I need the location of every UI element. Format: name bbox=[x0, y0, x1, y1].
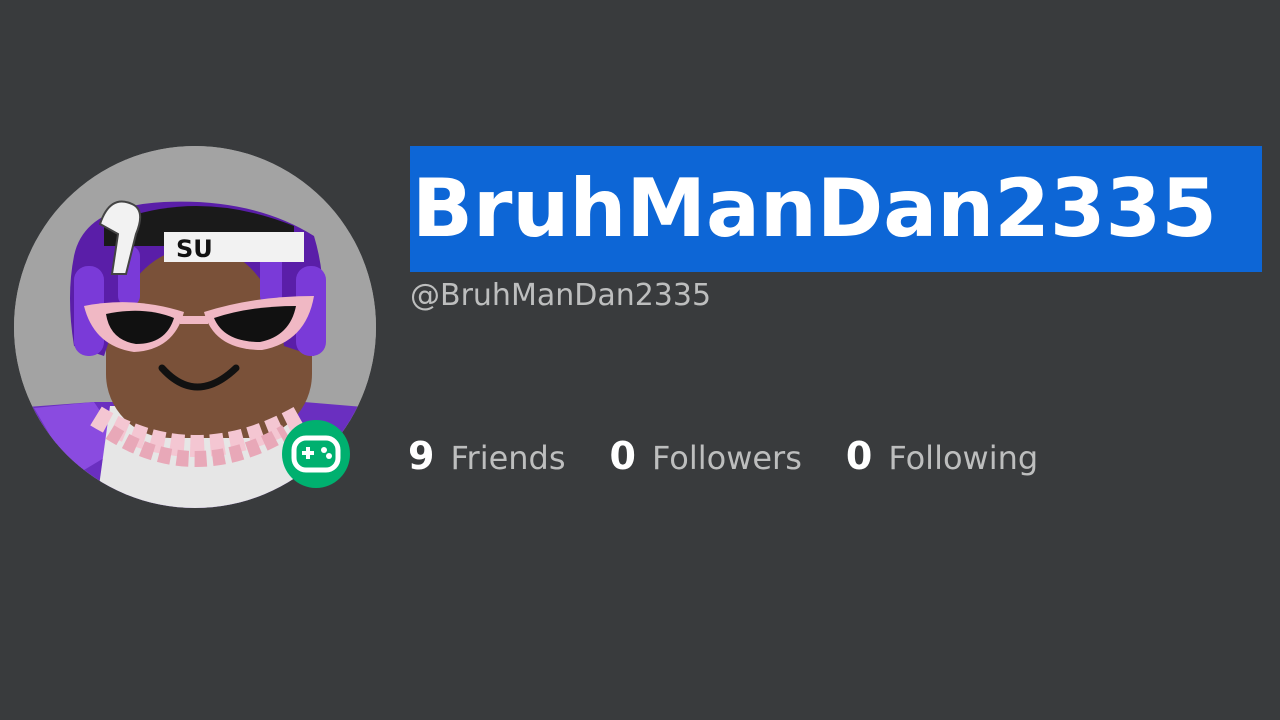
followers-count: 0 bbox=[609, 434, 636, 478]
profile-header: SU BruhManDan2335 @BruhManDan2335 9 Frie… bbox=[0, 0, 1280, 720]
social-stats: 9 Friends 0 Followers 0 Following bbox=[408, 430, 1082, 482]
following-link[interactable]: 0 Following bbox=[846, 434, 1038, 478]
presence-badge[interactable] bbox=[282, 420, 350, 488]
avatar-container: SU bbox=[14, 146, 376, 508]
following-label: Following bbox=[888, 439, 1039, 477]
display-name[interactable]: BruhManDan2335 bbox=[410, 146, 1262, 272]
username: @BruhManDan2335 bbox=[410, 278, 712, 313]
headband-text: SU bbox=[176, 235, 213, 263]
followers-label: Followers bbox=[651, 439, 802, 477]
friends-label: Friends bbox=[450, 439, 566, 477]
friends-link[interactable]: 9 Friends bbox=[408, 434, 566, 478]
friends-count: 9 bbox=[408, 434, 435, 478]
followers-link[interactable]: 0 Followers bbox=[610, 434, 802, 478]
following-count: 0 bbox=[845, 434, 873, 478]
gamepad-icon bbox=[291, 435, 341, 473]
